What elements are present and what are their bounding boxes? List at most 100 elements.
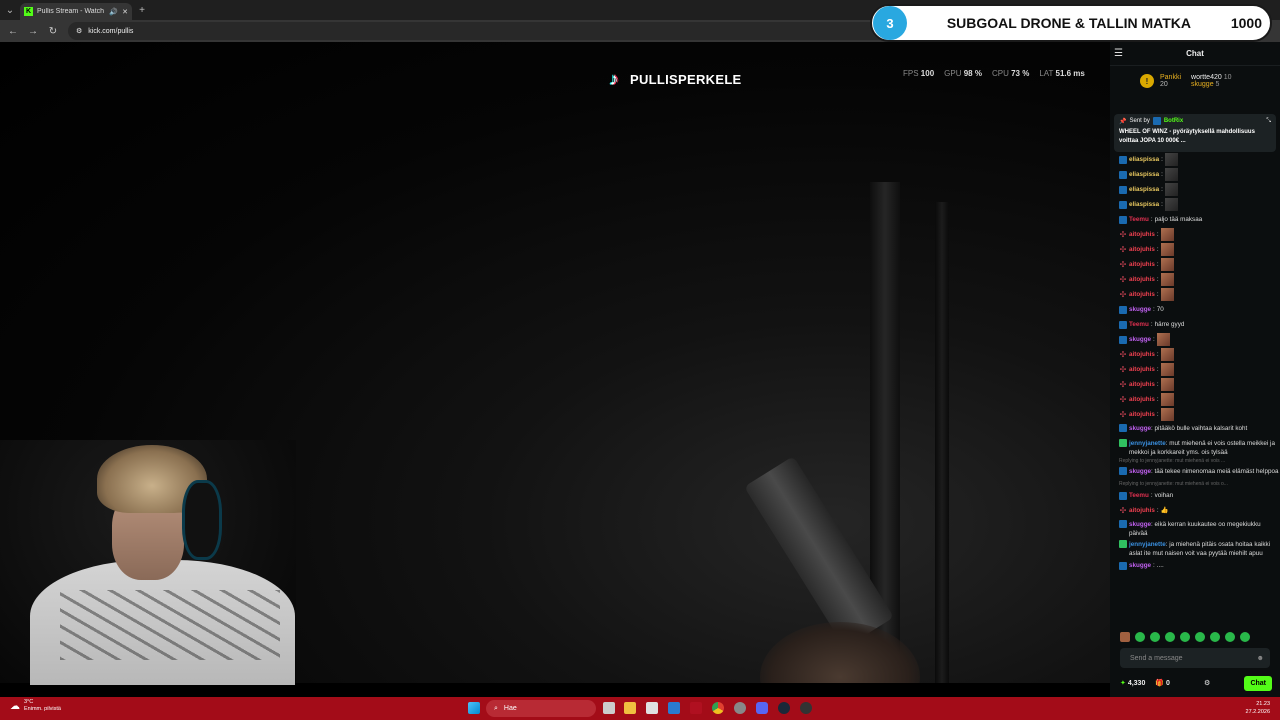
chat-username[interactable]: skugge: [1129, 425, 1151, 432]
chat-message[interactable]: skugge: pitääkö bulle vaihtaa kalsarit k…: [1110, 422, 1280, 437]
steam-icon[interactable]: [778, 702, 790, 714]
emoji-picker-icon[interactable]: ☻: [1257, 655, 1264, 662]
chrome-icon[interactable]: [712, 702, 724, 714]
chat-footer: ✦ 4,330 🎁 0 ⚙ Chat: [1120, 674, 1272, 692]
chat-message[interactable]: skugge: eikä kerran kuukautee oo megekiu…: [1110, 518, 1280, 538]
emote-icon[interactable]: [1225, 632, 1235, 642]
app-icon[interactable]: [690, 702, 702, 714]
chat-message[interactable]: ✣ aitojuhis:: [1110, 272, 1280, 287]
chat-message[interactable]: jennyjanette: ja miehenä pitäis osata ho…: [1110, 538, 1280, 558]
back-button[interactable]: ←: [4, 22, 22, 40]
chat-message[interactable]: ✣ aitojuhis:: [1110, 347, 1280, 362]
chat-settings-icon[interactable]: ⚙: [1204, 679, 1210, 687]
chat-username[interactable]: Teemu: [1129, 320, 1149, 329]
chat-message[interactable]: Teemu: voihan: [1110, 488, 1280, 503]
chat-emote-icon: [1160, 408, 1174, 421]
chat-username[interactable]: jennyjanette: [1129, 440, 1166, 447]
weather-widget[interactable]: ☁ 3°C Enimm. pilvistä: [10, 699, 61, 713]
chat-username[interactable]: aitojuhis: [1129, 230, 1155, 239]
chat-message[interactable]: Teemu: paljo tää maksaa: [1110, 212, 1280, 227]
chat-message[interactable]: skugge: ....: [1110, 558, 1280, 573]
site-info-icon[interactable]: ⚙: [76, 27, 82, 35]
taskbar-clock[interactable]: 21.23 27.2.2026: [1246, 700, 1270, 716]
chat-message[interactable]: ✣ aitojuhis: 👍: [1110, 503, 1280, 518]
chat-username[interactable]: aitojuhis: [1129, 395, 1155, 404]
chat-username[interactable]: aitojuhis: [1129, 290, 1155, 299]
task-view-icon[interactable]: [603, 702, 615, 714]
chat-username[interactable]: aitojuhis: [1129, 506, 1155, 515]
chat-username[interactable]: eliaspissa: [1129, 155, 1159, 164]
chat-username[interactable]: skugge: [1129, 335, 1151, 344]
tab-list-icon[interactable]: ⌄: [0, 0, 20, 20]
emote-icon[interactable]: [1240, 632, 1250, 642]
chat-username[interactable]: aitojuhis: [1129, 260, 1155, 269]
colon-separator: :: [1161, 186, 1163, 193]
chat-message[interactable]: skugge: tää tekee nimenomaa meiä elämäst…: [1110, 465, 1280, 480]
chat-message[interactable]: skugge:: [1110, 332, 1280, 347]
chat-username[interactable]: aitojuhis: [1129, 245, 1155, 254]
chat-message[interactable]: eliaspissa:: [1110, 182, 1280, 197]
chat-username[interactable]: eliaspissa: [1129, 170, 1159, 179]
chat-message[interactable]: eliaspissa:: [1110, 197, 1280, 212]
chat-username[interactable]: skugge: [1129, 561, 1151, 570]
send-chat-button[interactable]: Chat: [1244, 675, 1272, 691]
channel-points[interactable]: ✦ 4,330: [1120, 679, 1145, 687]
emote-icon[interactable]: [1195, 632, 1205, 642]
chat-username[interactable]: Teemu: [1129, 491, 1149, 500]
chat-message[interactable]: eliaspissa:: [1110, 167, 1280, 182]
obs-icon[interactable]: [800, 702, 812, 714]
chat-message[interactable]: ✣ aitojuhis:: [1110, 362, 1280, 377]
message-input[interactable]: Send a message ☻: [1120, 648, 1270, 668]
emote-icon[interactable]: [1150, 632, 1160, 642]
settings-icon[interactable]: [734, 702, 746, 714]
mail-icon[interactable]: [668, 702, 680, 714]
chat-username[interactable]: aitojuhis: [1129, 410, 1155, 419]
reload-button[interactable]: ↻: [44, 22, 62, 40]
new-tab-button[interactable]: +: [132, 0, 152, 20]
emote-icon[interactable]: [1120, 632, 1130, 642]
emote-icon[interactable]: [1165, 632, 1175, 642]
chat-message[interactable]: Teemu: härre gyyd: [1110, 317, 1280, 332]
chat-username[interactable]: jennyjanette: [1129, 541, 1166, 548]
reply-context[interactable]: Replying to jennyjanette: mut miehenä ei…: [1110, 457, 1280, 465]
forward-button[interactable]: →: [24, 22, 42, 40]
chat-message[interactable]: jennyjanette: mut miehenä ei vois ostell…: [1110, 437, 1280, 457]
emote-icon[interactable]: [1135, 632, 1145, 642]
browser-tab[interactable]: K Pullis Stream - Watch Live ... 🔊 ✕: [20, 3, 132, 20]
chat-username[interactable]: skugge: [1129, 305, 1151, 314]
chat-message[interactable]: ✣ aitojuhis:: [1110, 242, 1280, 257]
chat-message[interactable]: ✣ aitojuhis:: [1110, 257, 1280, 272]
start-menu-icon[interactable]: [468, 702, 480, 714]
chat-username[interactable]: eliaspissa: [1129, 200, 1159, 209]
chat-username[interactable]: aitojuhis: [1129, 380, 1155, 389]
chat-username[interactable]: skugge: [1129, 468, 1151, 475]
pinned-message[interactable]: 📌 Sent by BotRix ⤡ WHEEL OF WINZ - pyörä…: [1114, 114, 1276, 152]
chat-username[interactable]: skugge: [1129, 521, 1151, 528]
chat-message[interactable]: ✣ aitojuhis:: [1110, 227, 1280, 242]
discord-icon[interactable]: [756, 702, 768, 714]
unpin-icon[interactable]: ⤡: [1266, 118, 1271, 125]
speaker-icon[interactable]: 🔊: [109, 8, 118, 16]
chat-username[interactable]: aitojuhis: [1129, 275, 1155, 284]
emote-icon[interactable]: [1180, 632, 1190, 642]
chat-message[interactable]: eliaspissa:: [1110, 152, 1280, 167]
chat-message[interactable]: ✣ aitojuhis:: [1110, 407, 1280, 422]
chat-message[interactable]: ✣ aitojuhis:: [1110, 377, 1280, 392]
leader-1[interactable]: Pankki 20: [1160, 74, 1181, 88]
reply-context[interactable]: Replying to jennyjanette: mut miehenä ei…: [1110, 480, 1280, 488]
chat-message[interactable]: ✣ aitojuhis:: [1110, 392, 1280, 407]
collapse-chat-icon[interactable]: ☰: [1114, 48, 1123, 59]
drops-count[interactable]: 🎁 0: [1155, 679, 1170, 687]
chat-message[interactable]: ✣ aitojuhis:: [1110, 287, 1280, 302]
tab-close-icon[interactable]: ✕: [122, 8, 128, 16]
chat-username[interactable]: Teemu: [1129, 215, 1149, 224]
emote-icon[interactable]: [1210, 632, 1220, 642]
chat-username[interactable]: eliaspissa: [1129, 185, 1159, 194]
chat-username[interactable]: aitojuhis: [1129, 365, 1155, 374]
chat-username[interactable]: aitojuhis: [1129, 350, 1155, 359]
leader-2-3[interactable]: wortte420 10 skugge 5: [1191, 74, 1232, 88]
file-explorer-icon[interactable]: [624, 702, 636, 714]
chat-message[interactable]: skugge: 70: [1110, 302, 1280, 317]
store-icon[interactable]: [646, 702, 658, 714]
taskbar-search[interactable]: ⌕ Hae: [486, 700, 596, 717]
